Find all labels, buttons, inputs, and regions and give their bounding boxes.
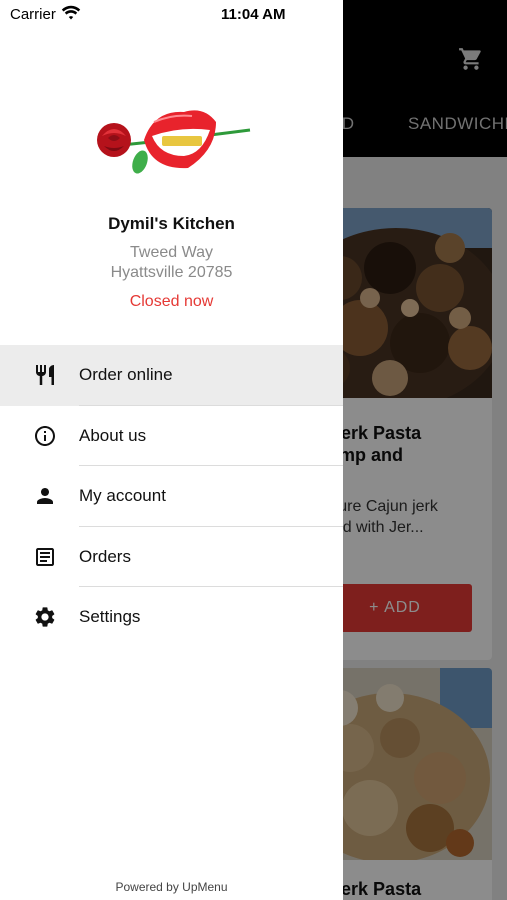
person-icon: [37, 488, 53, 504]
open-status: Closed now: [129, 293, 214, 310]
powered-by-label[interactable]: Powered by UpMenu: [0, 880, 343, 894]
wifi-icon: [61, 5, 81, 20]
menu-item-label: Orders: [79, 546, 131, 566]
menu-item-label: Settings: [79, 607, 141, 626]
menu-item-label: My account: [79, 486, 166, 505]
menu-item-label: Order online: [79, 365, 173, 384]
drawer-menu: Order online About us My account Orders: [0, 345, 343, 648]
navigation-drawer: Carrier 11:04 AM Dymil's Kitchen Tweed W…: [0, 0, 343, 900]
menu-item-about-us[interactable]: About us: [0, 406, 343, 466]
restaurant-name: Dymil's Kitchen: [108, 214, 235, 233]
receipt-icon: [36, 547, 54, 566]
address-line-2: Hyattsville 20785: [110, 264, 233, 281]
fork-knife-icon: [36, 365, 54, 385]
carrier-label: Carrier: [10, 6, 56, 23]
status-bar: Carrier 11:04 AM: [0, 0, 343, 28]
menu-item-orders[interactable]: Orders: [0, 527, 343, 587]
restaurant-logo: [97, 110, 251, 174]
gear-icon: [35, 607, 55, 627]
address-line-1: Tweed Way: [130, 244, 213, 261]
menu-item-label: About us: [79, 425, 147, 445]
info-icon: [35, 425, 55, 446]
menu-item-order-online[interactable]: Order online: [0, 345, 343, 406]
menu-item-my-account[interactable]: My account: [0, 466, 343, 527]
menu-item-settings[interactable]: Settings: [0, 587, 343, 648]
clock: 11:04 AM: [221, 6, 286, 23]
